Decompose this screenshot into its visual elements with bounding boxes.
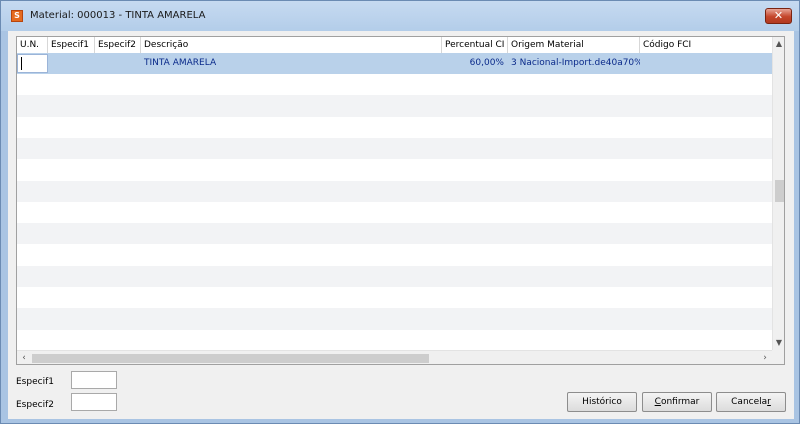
grid-rows: TINTA AMARELA 60,00% 3 Nacional-Import.d… <box>17 53 772 351</box>
table-row-empty[interactable] <box>17 265 772 287</box>
table-row-empty[interactable] <box>17 95 772 117</box>
table-row-empty[interactable] <box>17 74 772 95</box>
especif2-label: Especif2 <box>16 400 54 410</box>
scroll-up-icon[interactable]: ▲ <box>773 37 784 51</box>
cancelar-button[interactable]: Cancelar <box>716 392 786 412</box>
window-title: Material: 000013 - TINTA AMARELA <box>30 10 206 21</box>
app-icon: S <box>11 10 23 22</box>
table-row-empty[interactable] <box>17 137 772 160</box>
close-button[interactable]: ✕ <box>765 8 792 24</box>
column-header-especif2[interactable]: Especif2 <box>95 37 141 53</box>
table-row-empty[interactable] <box>17 330 772 351</box>
table-row[interactable]: TINTA AMARELA 60,00% 3 Nacional-Import.d… <box>17 53 772 74</box>
especif1-input[interactable] <box>71 371 117 389</box>
scroll-left-icon[interactable]: ‹ <box>17 351 31 364</box>
cell-percentual-ci[interactable]: 60,00% <box>442 53 508 74</box>
column-header-descricao[interactable]: Descrição <box>141 37 442 53</box>
cell-codigo-fci[interactable] <box>640 53 772 74</box>
scroll-right-icon[interactable]: › <box>758 351 772 364</box>
table-row-empty[interactable] <box>17 308 772 330</box>
column-header-especif1[interactable]: Especif1 <box>48 37 95 53</box>
material-window: S Material: 000013 - TINTA AMARELA ✕ U.N… <box>0 0 800 424</box>
title-bar: S Material: 000013 - TINTA AMARELA ✕ <box>1 1 799 31</box>
cell-especif1[interactable] <box>48 53 95 74</box>
materials-grid: U.N. Especif1 Especif2 Descrição Percent… <box>16 36 785 365</box>
column-header-un[interactable]: U.N. <box>17 37 48 53</box>
grid-header: U.N. Especif1 Especif2 Descrição Percent… <box>17 37 772 54</box>
table-row-empty[interactable] <box>17 159 772 180</box>
cell-especif2[interactable] <box>95 53 141 74</box>
cell-descricao[interactable]: TINTA AMARELA <box>141 53 442 74</box>
column-header-origem-material[interactable]: Origem Material <box>508 37 640 53</box>
confirmar-button[interactable]: Confirmar <box>642 392 712 412</box>
table-row-empty[interactable] <box>17 202 772 223</box>
especif1-label: Especif1 <box>16 377 54 387</box>
table-row-empty[interactable] <box>17 287 772 308</box>
window-client-area: U.N. Especif1 Especif2 Descrição Percent… <box>8 31 794 419</box>
historico-button[interactable]: Histórico <box>567 392 637 412</box>
cell-un[interactable] <box>17 54 48 73</box>
vertical-scroll-thumb[interactable] <box>775 180 784 202</box>
especif2-input[interactable] <box>71 393 117 411</box>
column-header-percentual-ci[interactable]: Percentual CI <box>442 37 508 53</box>
confirmar-label: onfirmar <box>660 397 700 407</box>
horizontal-scrollbar[interactable]: ‹ › <box>17 350 772 364</box>
cell-origem-material[interactable]: 3 Nacional-Import.de40a70% <box>508 53 640 74</box>
cancelar-label: Cancela <box>731 397 768 407</box>
vertical-scrollbar[interactable]: ▲ ▼ <box>772 37 784 350</box>
text-caret <box>21 57 22 70</box>
scroll-down-icon[interactable]: ▼ <box>773 336 784 350</box>
table-row-empty[interactable] <box>17 117 772 138</box>
scrollbar-corner <box>772 350 784 364</box>
table-row-empty[interactable] <box>17 244 772 265</box>
cancelar-accelerator: r <box>767 397 771 407</box>
table-row-empty[interactable] <box>17 180 772 202</box>
column-header-codigo-fci[interactable]: Código FCI <box>640 37 772 53</box>
table-row-empty[interactable] <box>17 223 772 245</box>
horizontal-scroll-thumb[interactable] <box>32 354 429 363</box>
